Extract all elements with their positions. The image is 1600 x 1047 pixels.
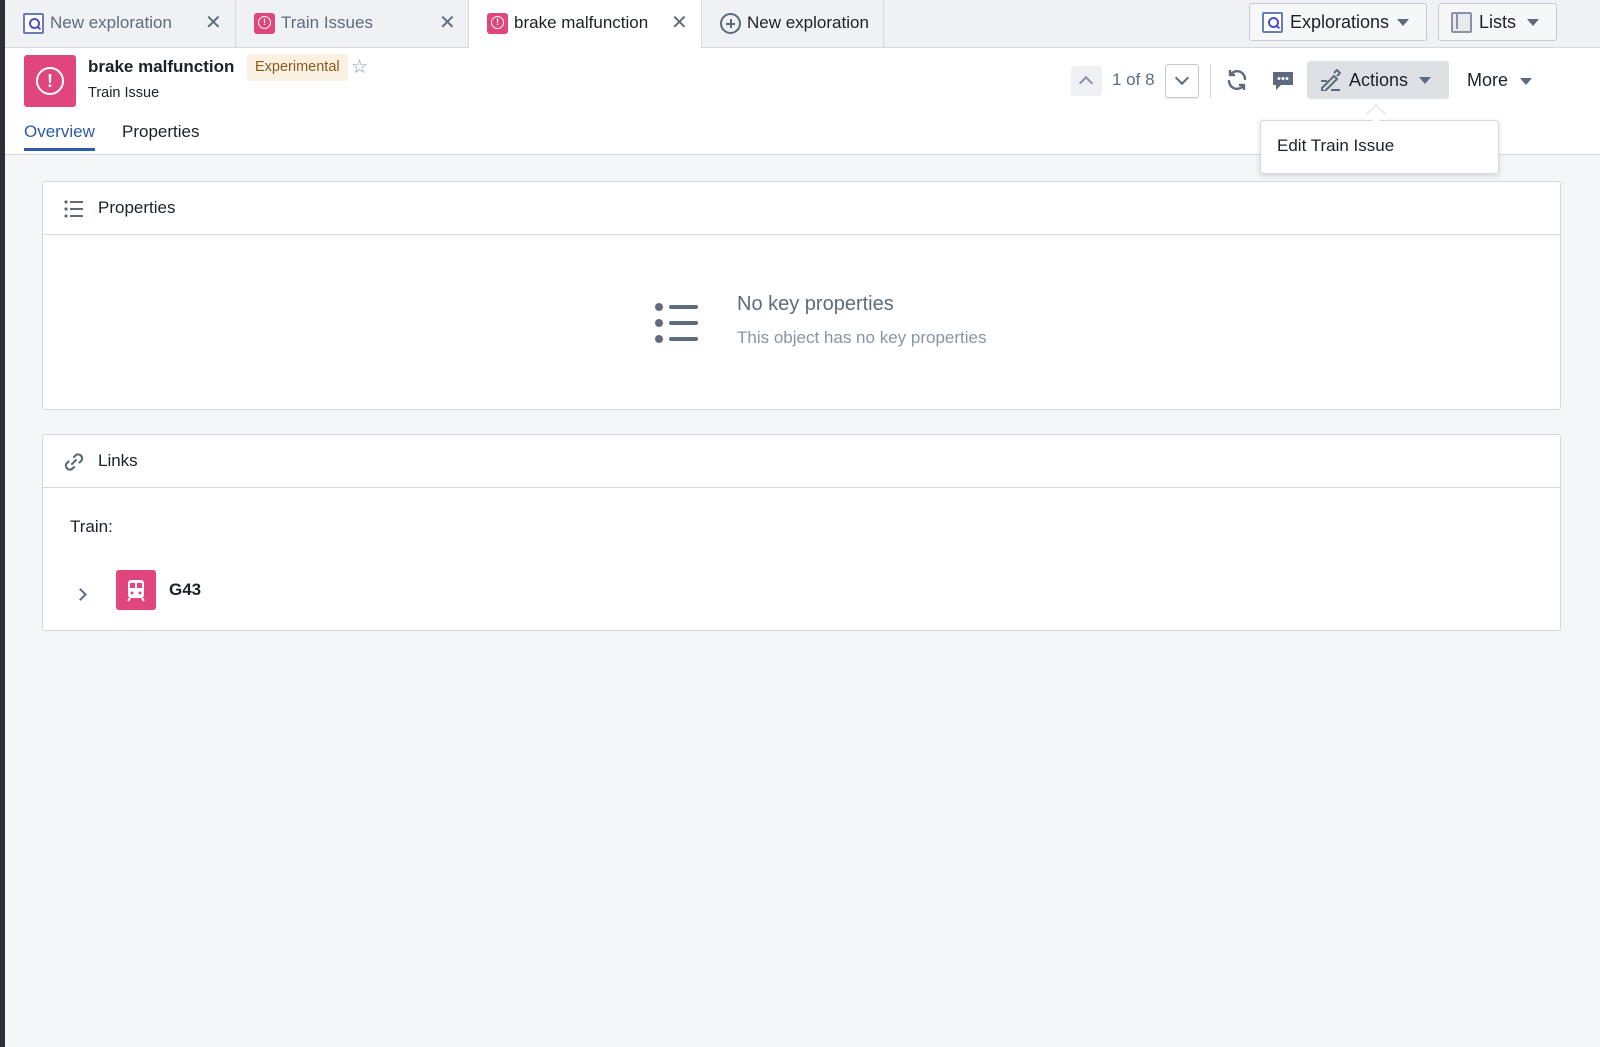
tab-bar: New exploration ✕ Train Issues ✕ brake m… (5, 0, 1600, 49)
object-title: brake malfunction (88, 57, 235, 76)
train-icon (116, 570, 156, 610)
tab-label: New exploration (747, 13, 869, 32)
properties-card: Properties No key properties This object… (42, 181, 1561, 410)
list-icon (64, 200, 83, 218)
caret-down-icon (1527, 19, 1539, 26)
tab-new-exploration-2[interactable]: New exploration (702, 0, 884, 48)
link-group-label: Train: (70, 517, 113, 536)
menu-item-edit-train-issue[interactable]: Edit Train Issue (1277, 136, 1394, 156)
chevron-up-icon (1078, 75, 1094, 91)
close-icon[interactable]: ✕ (439, 11, 456, 35)
toolbar-divider (1210, 64, 1211, 98)
issue-icon (487, 13, 508, 34)
next-button[interactable] (1165, 64, 1199, 98)
links-card: Links Train: G43 (42, 434, 1561, 631)
window-edge (0, 0, 5, 1047)
lists-button[interactable]: Lists (1438, 3, 1557, 41)
edit-icon (1321, 69, 1341, 91)
actions-label: Actions (1349, 70, 1409, 90)
issue-icon (24, 55, 76, 107)
tab-label: Train Issues (281, 13, 373, 32)
empty-state-title: No key properties (737, 293, 894, 315)
card-title: Properties (98, 198, 176, 217)
tab-train-issues[interactable]: Train Issues ✕ (236, 0, 469, 48)
comment-icon[interactable] (1271, 70, 1295, 92)
explorations-label: Explorations (1290, 12, 1390, 32)
actions-menu: Edit Train Issue (1260, 120, 1499, 174)
tab-new-exploration-1[interactable]: New exploration ✕ (5, 0, 236, 48)
result-counter: 1 of 8 (1112, 70, 1155, 89)
object-type: Train Issue (88, 85, 160, 101)
card-header: Links (43, 435, 1560, 488)
card-title: Links (98, 451, 138, 470)
link-icon (64, 453, 84, 471)
lists-icon (1451, 12, 1472, 33)
chevron-right-icon[interactable] (74, 588, 87, 601)
caret-down-icon (1520, 78, 1532, 85)
refresh-icon[interactable] (1225, 68, 1249, 92)
lists-label: Lists (1479, 12, 1517, 32)
linked-object-name[interactable]: G43 (169, 580, 201, 600)
previous-button[interactable] (1071, 66, 1102, 96)
more-button[interactable]: More (1467, 70, 1532, 91)
close-icon[interactable]: ✕ (671, 11, 688, 35)
explorations-button[interactable]: Explorations (1249, 3, 1427, 41)
empty-state-description: This object has no key properties (737, 328, 987, 347)
chevron-down-icon (1174, 70, 1190, 86)
star-icon[interactable]: ☆ (351, 56, 368, 79)
caret-down-icon (1419, 77, 1431, 84)
caret-down-icon (1397, 19, 1409, 26)
tab-label: brake malfunction (514, 13, 649, 32)
status-badge: Experimental (247, 54, 348, 81)
tab-properties[interactable]: Properties (122, 122, 199, 142)
list-icon (655, 303, 698, 343)
tab-label: New exploration (50, 13, 172, 32)
actions-button[interactable]: Actions (1307, 61, 1449, 99)
issue-icon (254, 13, 275, 34)
tab-brake-malfunction[interactable]: brake malfunction ✕ (469, 0, 702, 49)
close-icon[interactable]: ✕ (205, 11, 222, 35)
more-label: More (1467, 70, 1509, 90)
search-icon (23, 13, 44, 34)
search-icon (1262, 12, 1283, 33)
tab-overview[interactable]: Overview (24, 122, 95, 142)
plus-circle-icon (720, 13, 741, 34)
card-header: Properties (43, 182, 1560, 235)
active-tab-indicator (24, 148, 95, 151)
